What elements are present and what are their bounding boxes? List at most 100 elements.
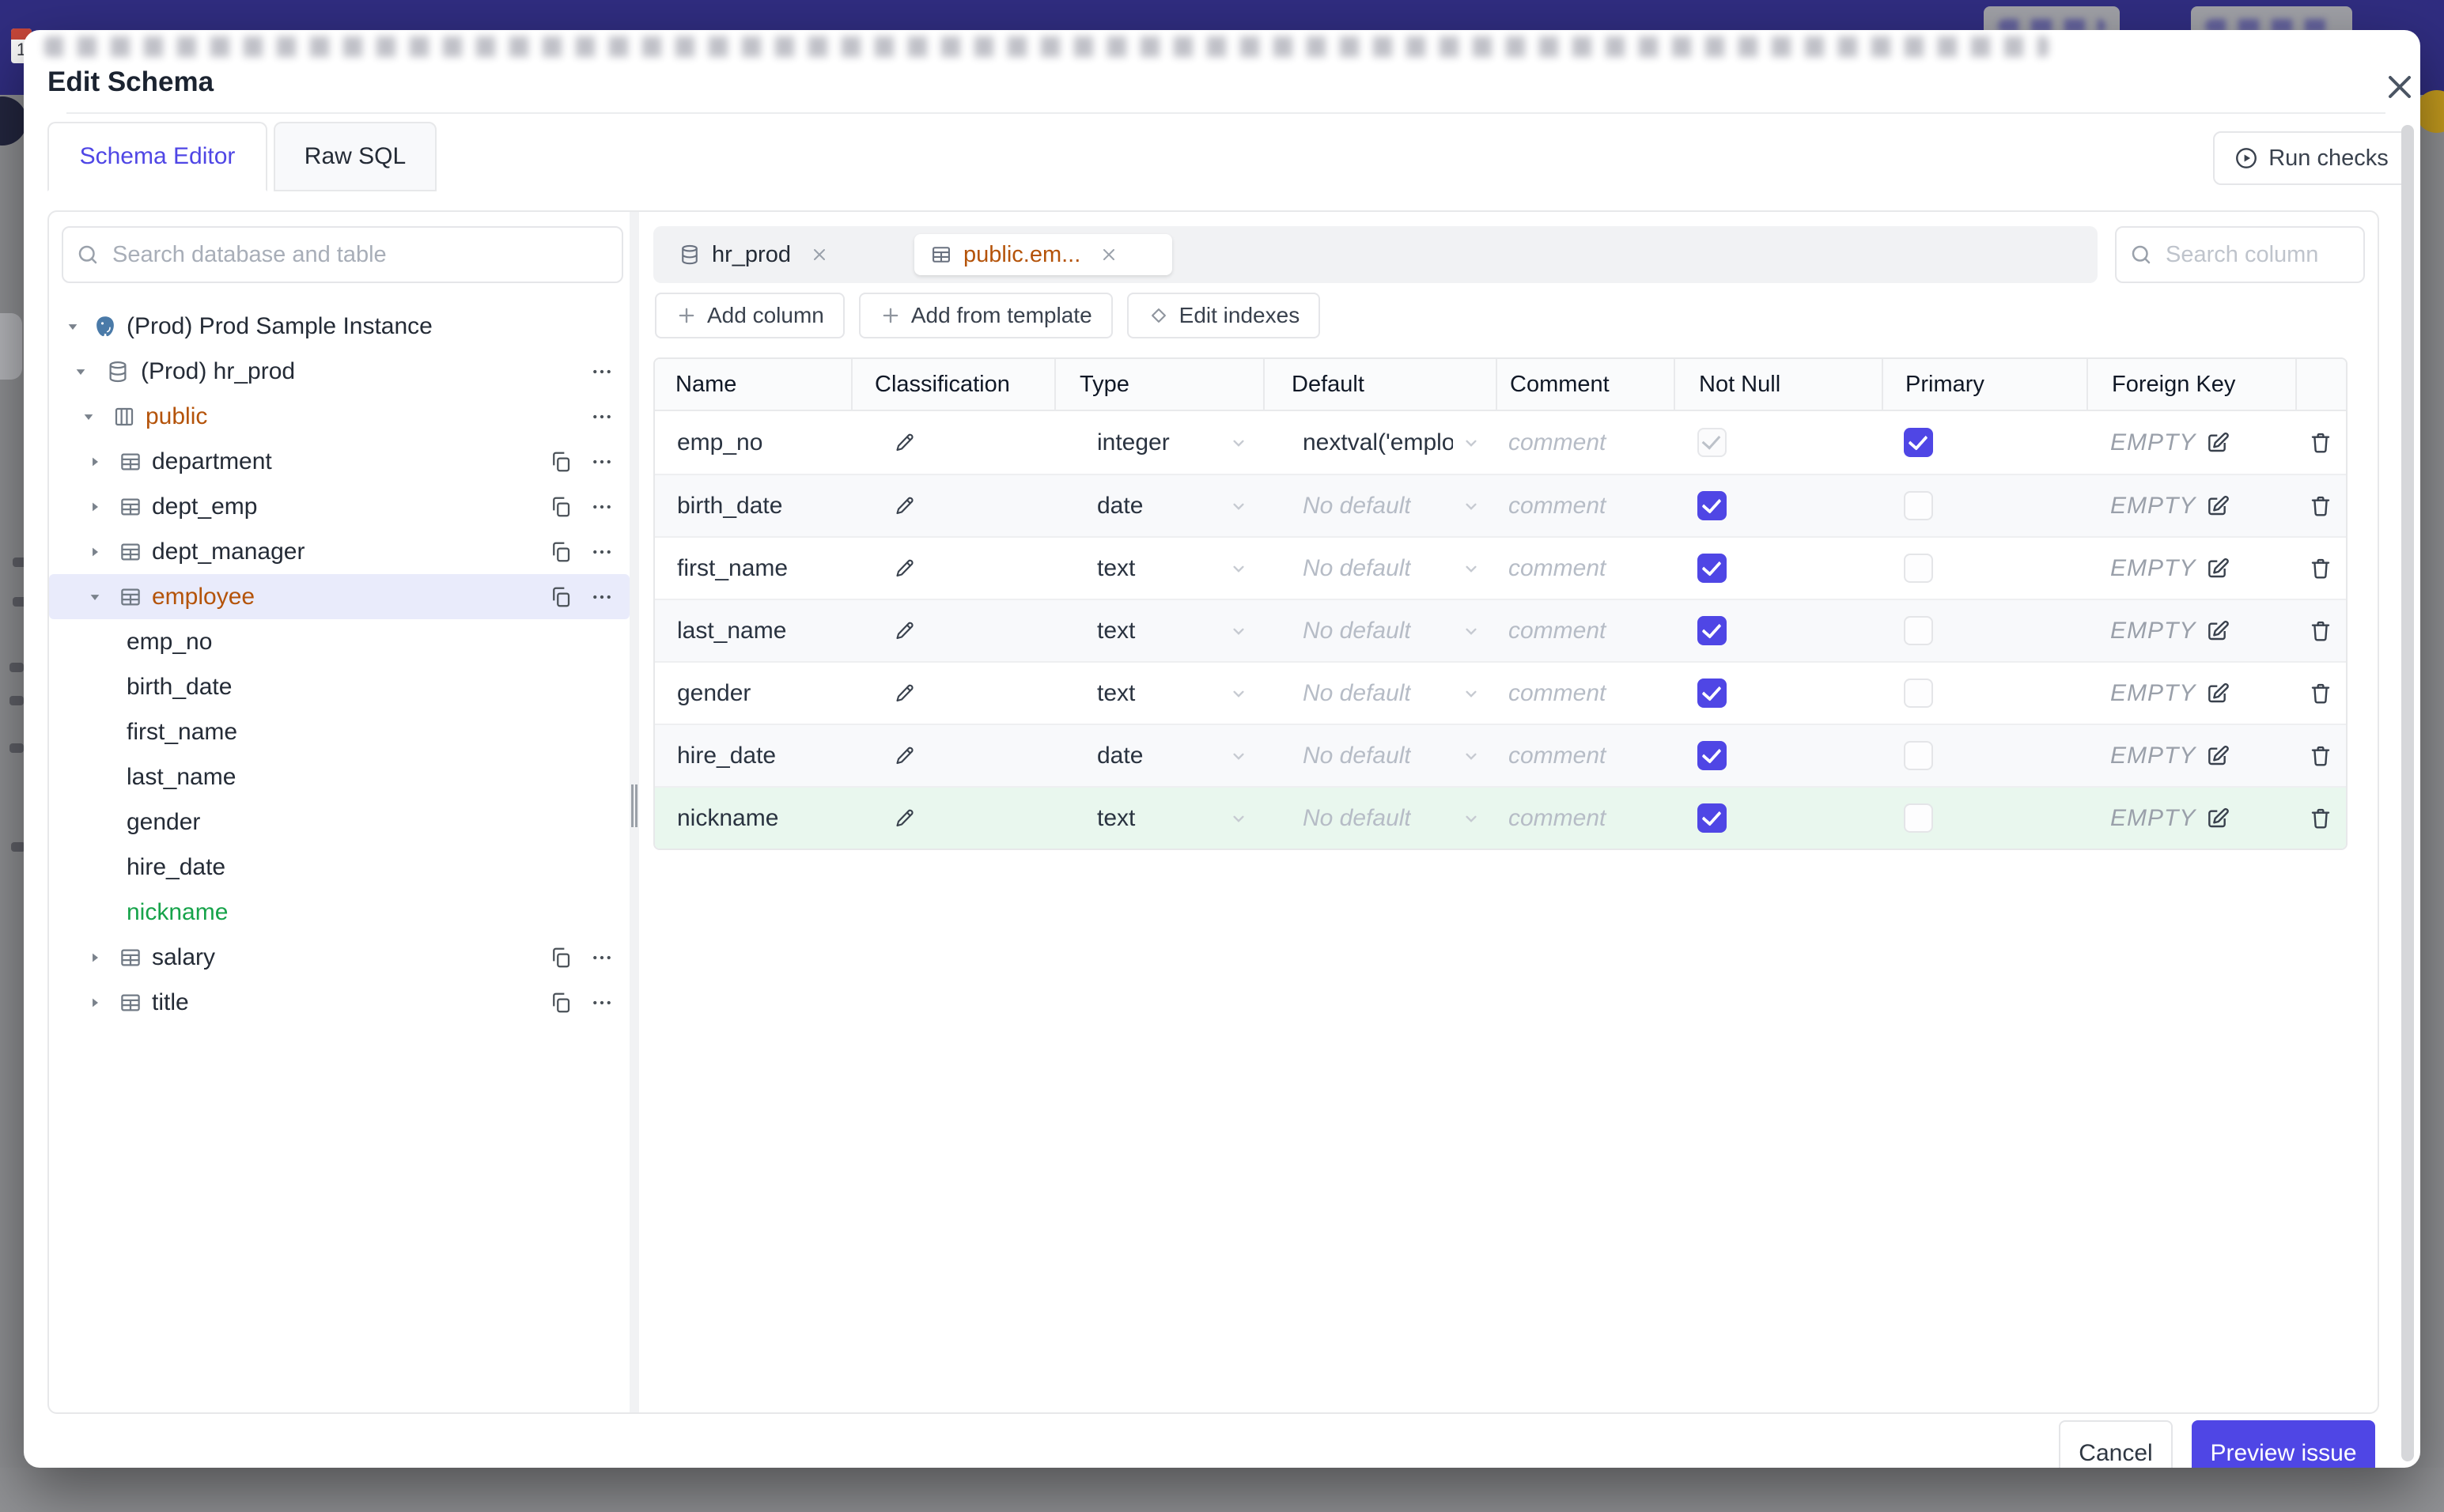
column-name-cell[interactable]: nickname (655, 788, 851, 849)
kebab-icon[interactable] (590, 585, 614, 609)
run-checks-button[interactable]: Run checks (2213, 131, 2409, 185)
type-select[interactable]: text (1054, 538, 1263, 599)
primary-checkbox[interactable] (1904, 803, 1933, 833)
type-select[interactable]: text (1054, 788, 1263, 849)
tree-item-dept-manager[interactable]: dept_manager (49, 529, 630, 574)
column-name-cell[interactable]: first_name (655, 538, 851, 599)
tree-item--prod-prod-sample-instance[interactable]: (Prod) Prod Sample Instance (49, 304, 630, 349)
edit-icon[interactable] (2205, 681, 2230, 706)
edit-icon[interactable] (2205, 618, 2230, 644)
tree-item-public[interactable]: public (49, 394, 630, 439)
tree-item-title[interactable]: title (49, 980, 630, 1025)
default-select[interactable]: nextval('employ (1263, 411, 1496, 474)
primary-checkbox[interactable] (1904, 491, 1933, 520)
kebab-icon[interactable] (590, 946, 614, 970)
trash-icon[interactable] (2308, 681, 2333, 706)
tree-item--prod-hr-prod[interactable]: (Prod) hr_prod (49, 349, 630, 394)
caret-right-icon[interactable] (89, 951, 101, 964)
pencil-icon[interactable] (894, 431, 917, 455)
caret-down-icon[interactable] (89, 591, 101, 603)
trash-icon[interactable] (2308, 806, 2333, 831)
copy-icon[interactable] (549, 495, 573, 519)
tree-item-first-name[interactable]: first_name (49, 709, 630, 754)
tab-schema-editor[interactable]: Schema Editor (47, 122, 267, 191)
caret-right-icon[interactable] (89, 455, 101, 468)
pencil-icon[interactable] (894, 557, 917, 580)
edit-icon[interactable] (2205, 430, 2230, 455)
kebab-icon[interactable] (590, 991, 614, 1015)
tree-item-dept-emp[interactable]: dept_emp (49, 484, 630, 529)
kebab-icon[interactable] (590, 495, 614, 519)
type-select[interactable]: date (1054, 475, 1263, 536)
tree-item-last-name[interactable]: last_name (49, 754, 630, 799)
comment-input[interactable]: comment (1496, 725, 1674, 786)
comment-input[interactable]: comment (1496, 538, 1674, 599)
trash-icon[interactable] (2308, 556, 2333, 581)
type-select[interactable]: text (1054, 600, 1263, 661)
not-null-checkbox[interactable] (1697, 679, 1727, 708)
comment-input[interactable]: comment (1496, 600, 1674, 661)
edit-icon[interactable] (2205, 743, 2230, 769)
column-name-cell[interactable]: emp_no (655, 411, 851, 474)
chip-public-employee[interactable]: public.em... (914, 234, 1172, 275)
comment-input[interactable]: comment (1496, 411, 1674, 474)
not-null-checkbox[interactable] (1697, 741, 1727, 770)
column-name-cell[interactable]: gender (655, 663, 851, 724)
pencil-icon[interactable] (894, 807, 917, 830)
kebab-icon[interactable] (590, 450, 614, 474)
tree-item-salary[interactable]: salary (49, 935, 630, 980)
tree-item-gender[interactable]: gender (49, 799, 630, 845)
default-select[interactable]: No default (1263, 538, 1496, 599)
chip-close-icon[interactable] (810, 245, 829, 264)
pencil-icon[interactable] (894, 619, 917, 643)
primary-checkbox[interactable] (1904, 679, 1933, 708)
trash-icon[interactable] (2308, 618, 2333, 644)
kebab-icon[interactable] (590, 405, 614, 429)
caret-down-icon[interactable] (82, 410, 95, 423)
edit-icon[interactable] (2205, 806, 2230, 831)
default-select[interactable]: No default (1263, 475, 1496, 536)
panel-resize-handle[interactable] (630, 212, 639, 1412)
column-name-cell[interactable]: birth_date (655, 475, 851, 536)
not-null-checkbox[interactable] (1697, 803, 1727, 833)
tree-item-emp-no[interactable]: emp_no (49, 619, 630, 664)
primary-checkbox[interactable] (1904, 741, 1933, 770)
kebab-icon[interactable] (590, 540, 614, 564)
tab-raw-sql[interactable]: Raw SQL (274, 122, 437, 191)
trash-icon[interactable] (2308, 743, 2333, 769)
trash-icon[interactable] (2308, 430, 2333, 455)
chip-hr-prod[interactable]: hr_prod (663, 234, 894, 275)
pencil-icon[interactable] (894, 682, 917, 705)
tree-item-birth-date[interactable]: birth_date (49, 664, 630, 709)
type-select[interactable]: text (1054, 663, 1263, 724)
primary-checkbox[interactable] (1904, 616, 1933, 645)
caret-down-icon[interactable] (66, 320, 79, 333)
default-select[interactable]: No default (1263, 600, 1496, 661)
pencil-icon[interactable] (894, 744, 917, 768)
primary-checkbox[interactable] (1904, 428, 1933, 457)
tree-item-nickname[interactable]: nickname (49, 890, 630, 935)
default-select[interactable]: No default (1263, 725, 1496, 786)
comment-input[interactable]: comment (1496, 663, 1674, 724)
type-select[interactable]: integer (1054, 411, 1263, 474)
default-select[interactable]: No default (1263, 663, 1496, 724)
tree-item-hire-date[interactable]: hire_date (49, 845, 630, 890)
comment-input[interactable]: comment (1496, 475, 1674, 536)
add-column-button[interactable]: Add column (655, 293, 845, 338)
trash-icon[interactable] (2308, 493, 2333, 519)
preview-issue-button[interactable]: Preview issue (2192, 1420, 2375, 1468)
type-select[interactable]: date (1054, 725, 1263, 786)
not-null-checkbox[interactable] (1697, 491, 1727, 520)
column-name-cell[interactable]: last_name (655, 600, 851, 661)
close-button[interactable] (2381, 68, 2419, 106)
default-select[interactable]: No default (1263, 788, 1496, 849)
not-null-checkbox[interactable] (1697, 616, 1727, 645)
cancel-button[interactable]: Cancel (2059, 1420, 2173, 1468)
pencil-icon[interactable] (894, 494, 917, 518)
not-null-checkbox[interactable] (1697, 554, 1727, 583)
comment-input[interactable]: comment (1496, 788, 1674, 849)
primary-checkbox[interactable] (1904, 554, 1933, 583)
edit-indexes-button[interactable]: Edit indexes (1126, 293, 1321, 338)
column-name-cell[interactable]: hire_date (655, 725, 851, 786)
edit-icon[interactable] (2205, 493, 2230, 519)
